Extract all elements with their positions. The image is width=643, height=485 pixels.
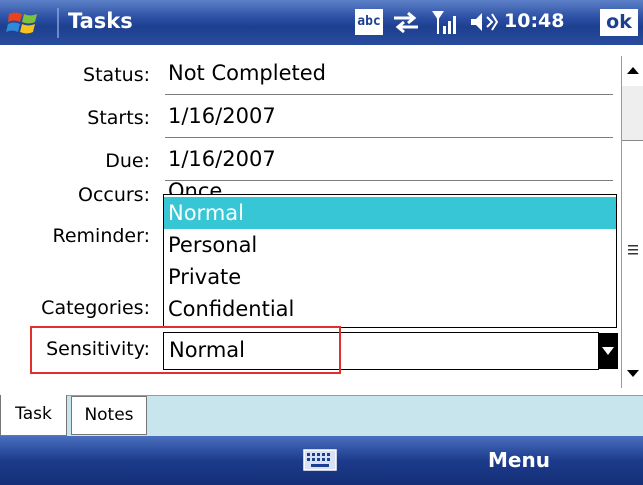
scroll-down-button[interactable] — [622, 358, 643, 388]
occurs-label: Occurs: — [77, 184, 150, 206]
status-underline — [165, 94, 613, 95]
ok-button[interactable]: ok — [600, 9, 638, 36]
sensitivity-dropdown-button[interactable] — [598, 333, 618, 369]
title-bar: Tasks abc 10:48 ok — [0, 0, 643, 45]
dropdown-option-private[interactable]: Private — [164, 261, 616, 293]
signal-icon[interactable] — [430, 8, 460, 36]
volume-icon[interactable] — [468, 8, 498, 36]
scroll-down-arrow-icon — [627, 370, 639, 377]
scrollbar[interactable] — [621, 56, 643, 388]
scroll-up-button[interactable] — [622, 56, 643, 86]
keyboard-icon[interactable] — [303, 449, 337, 471]
app-title: Tasks — [68, 9, 133, 33]
status-label: Status: — [83, 64, 150, 86]
categories-label: Categories: — [41, 297, 150, 319]
dropdown-option-personal[interactable]: Personal — [164, 229, 616, 261]
menu-button[interactable]: Menu — [488, 448, 550, 472]
status-value[interactable]: Not Completed — [168, 61, 326, 85]
dropdown-option-normal[interactable]: Normal — [164, 197, 616, 229]
tab-task[interactable]: Task — [0, 395, 67, 436]
input-method-icon[interactable]: abc — [355, 9, 383, 35]
starts-value[interactable]: 1/16/2007 — [168, 104, 276, 128]
reminder-label: Reminder: — [52, 225, 151, 247]
tab-notes[interactable]: Notes — [71, 396, 147, 435]
windows-start-icon[interactable] — [6, 6, 42, 40]
starts-label: Starts: — [87, 107, 150, 129]
clock[interactable]: 10:48 — [504, 10, 564, 32]
dropdown-option-confidential[interactable]: Confidential — [164, 293, 616, 325]
annotation-highlight-box — [30, 326, 341, 374]
connectivity-icon[interactable] — [390, 8, 422, 36]
chevron-down-icon — [602, 347, 614, 355]
scroll-thumb[interactable] — [622, 140, 643, 362]
scroll-up-arrow-icon — [627, 67, 639, 74]
title-divider — [57, 8, 59, 38]
tab-bar: Task Notes — [0, 395, 643, 436]
menu-bar: Menu — [0, 436, 643, 485]
due-value[interactable]: 1/16/2007 — [168, 147, 276, 171]
due-label: Due: — [105, 150, 150, 172]
scroll-grip-icon — [628, 245, 638, 255]
due-underline — [165, 180, 613, 181]
starts-underline — [165, 137, 613, 138]
sensitivity-dropdown-list[interactable]: Normal Personal Private Confidential — [163, 194, 617, 328]
